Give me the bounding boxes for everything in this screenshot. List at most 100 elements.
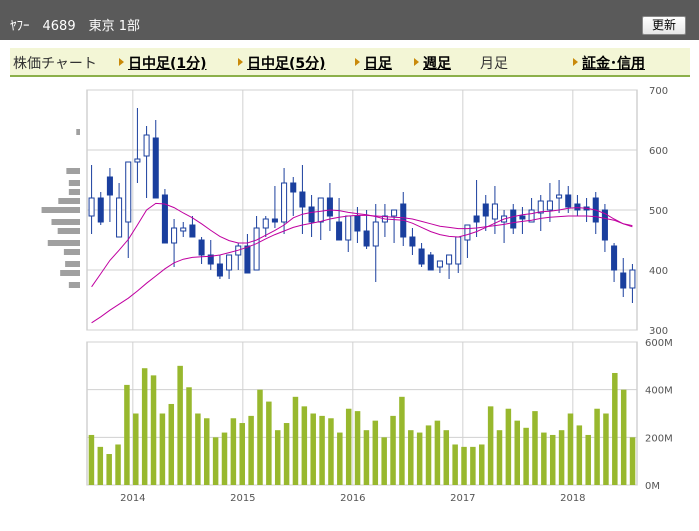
volume-profile-bar (76, 129, 80, 135)
candle-body (88, 197, 95, 217)
x-tick-label: 2015 (230, 493, 255, 504)
candle-body (125, 161, 132, 223)
candle-body (620, 272, 627, 289)
volume-bar (443, 430, 450, 485)
price-tick-label: 500 (649, 206, 668, 217)
volume-bar (257, 389, 263, 485)
nav-margin-credit[interactable]: 証金･信用 (582, 53, 645, 73)
candle-body (180, 227, 187, 232)
volume-bar (283, 423, 290, 485)
volume-bar (620, 389, 627, 485)
volume-bar (558, 430, 565, 485)
candle-body (253, 227, 260, 271)
candle-body (546, 200, 553, 211)
volume-bar (479, 444, 485, 485)
x-tick-label: 2018 (560, 493, 585, 504)
volume-tick-label: 400M (645, 386, 673, 397)
candle-body (244, 245, 251, 274)
volume-bar (470, 446, 476, 485)
volume-bar (567, 413, 574, 485)
volume-bar (274, 430, 281, 485)
volume-bar (390, 415, 396, 485)
volume-bar (230, 418, 237, 485)
volume-bar (204, 418, 210, 485)
volume-bar (106, 454, 112, 485)
candle-body (409, 236, 416, 247)
candle-body (418, 248, 425, 265)
arrow-icon (119, 58, 124, 66)
volume-bar (612, 372, 618, 485)
volume-profile-bar (65, 261, 80, 267)
candle-body (391, 209, 398, 217)
x-tick-label: 2017 (450, 493, 475, 504)
volume-bar (452, 444, 458, 485)
volume-bar (186, 387, 192, 485)
candle-body (363, 230, 370, 247)
candle-body (446, 254, 453, 265)
nav-intraday-5min[interactable]: 日中足(5分) (247, 53, 326, 73)
candle-body (336, 221, 343, 241)
volume-profile-bar (51, 219, 80, 225)
stock-title: ﾔﾌｰ 4689 東京 1部 (10, 19, 140, 34)
candle-body (116, 197, 123, 238)
volume-tick-label: 600M (645, 338, 673, 349)
candle-body (519, 215, 526, 220)
volume-bar (576, 425, 583, 485)
nav-title: 株価チャート (13, 56, 97, 72)
volume-bar (354, 411, 361, 485)
price-tick-label: 600 (649, 146, 668, 157)
volume-bar (594, 408, 600, 485)
candle-body (97, 197, 104, 223)
candle-body (455, 236, 462, 265)
volume-bar (319, 415, 325, 485)
volume-bar (425, 425, 432, 485)
volume-bar (372, 420, 379, 485)
volume-bar (381, 437, 387, 485)
refresh-button[interactable]: 更新 (642, 16, 686, 35)
volume-bar (523, 427, 529, 485)
candle-body (491, 203, 498, 220)
volume-bar (212, 437, 219, 485)
volume-bar (97, 446, 104, 485)
nav-monthly: 月足 (480, 56, 508, 72)
candle-body (189, 224, 196, 238)
volume-bar (416, 432, 423, 485)
volume-bar (328, 418, 334, 485)
volume-bar (363, 430, 370, 485)
volume-bar (292, 396, 299, 485)
candle-body (372, 221, 379, 247)
candle-body (262, 218, 269, 229)
volume-bar (603, 413, 609, 485)
candle-body (134, 158, 141, 163)
volume-profile-bar (47, 240, 80, 246)
candle-body (198, 239, 205, 256)
volume-profile-bar (63, 249, 80, 255)
candle-body (271, 218, 278, 223)
volume-bar (221, 432, 228, 485)
price-tick-label: 700 (649, 86, 668, 97)
candle-body (308, 206, 315, 223)
candle-body (152, 137, 159, 199)
arrow-icon (238, 58, 243, 66)
candle-body (556, 194, 563, 199)
volume-bar (248, 415, 254, 485)
arrow-icon (355, 58, 360, 66)
nav-weekly[interactable]: 週足 (423, 53, 451, 73)
volume-bar (310, 413, 316, 485)
volume-bar (408, 430, 414, 485)
volume-bar (239, 423, 245, 485)
candle-body (436, 260, 443, 268)
volume-bar (177, 365, 183, 485)
candle-body (317, 197, 324, 223)
candle-body (290, 182, 297, 193)
volume-profile-bar (57, 228, 80, 234)
volume-bar (505, 408, 512, 485)
volume-bar (168, 403, 175, 485)
nav-intraday-1min[interactable]: 日中足(1分) (128, 53, 207, 73)
volume-profile-bar (58, 198, 80, 204)
volume-bar (461, 446, 467, 485)
volume-bar (124, 384, 130, 485)
price-tick-label: 300 (649, 326, 668, 337)
chart-period-nav: 株価チャート 日中足(1分) 日中足(5分) 日足 週足 月足 証金･信用 (10, 48, 690, 77)
nav-daily[interactable]: 日足 (364, 53, 392, 73)
